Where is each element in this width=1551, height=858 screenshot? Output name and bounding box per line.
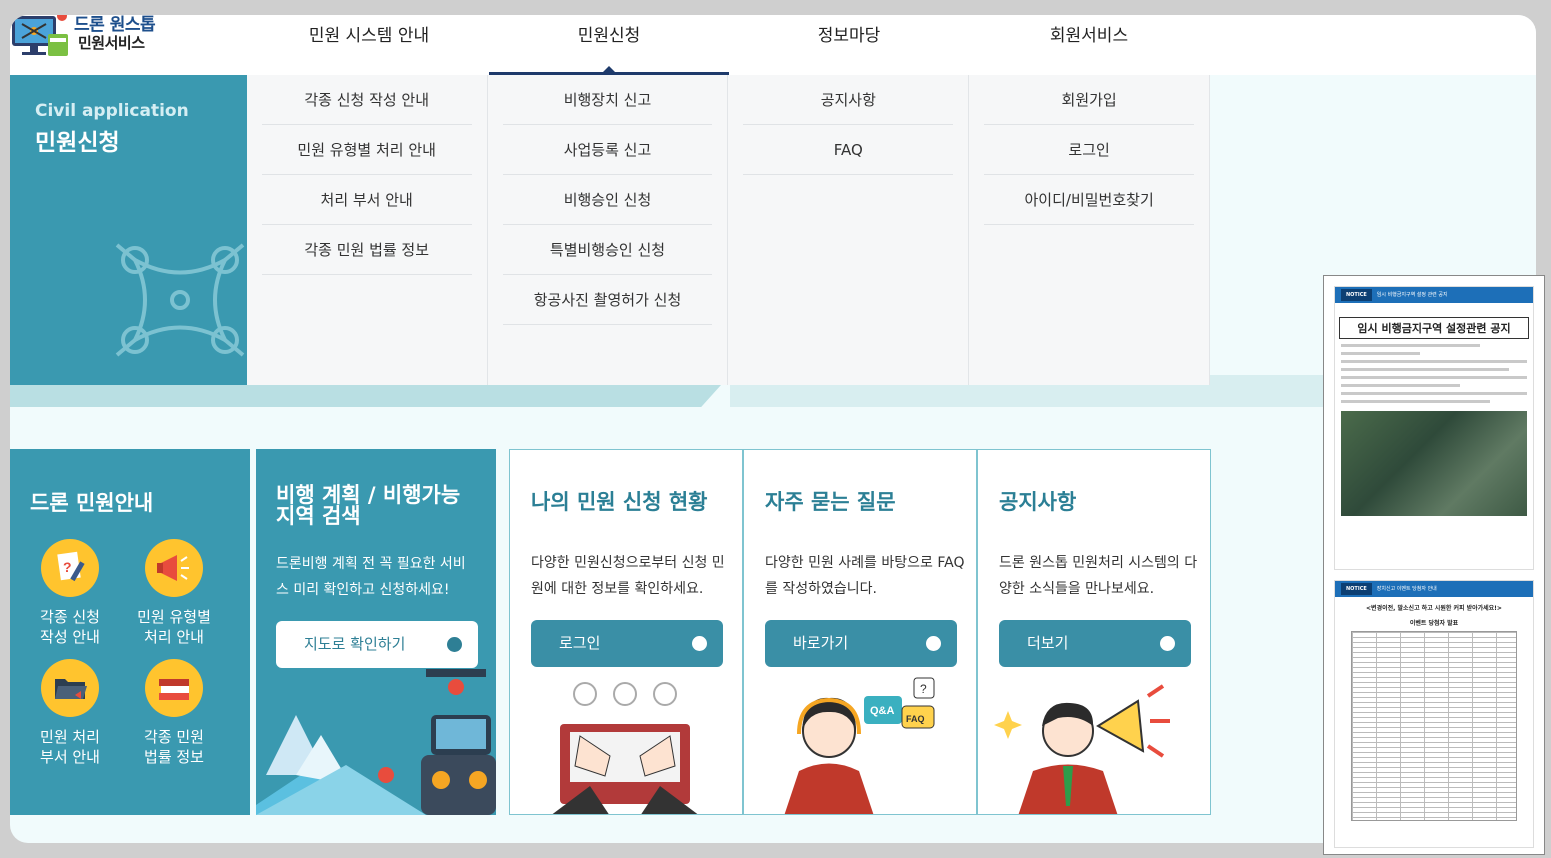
guide-item-label-1: 민원 처리	[40, 728, 100, 746]
notice-card: 공지사항 드론 원스톱 민원처리 시스템의 다양한 소식들을 만나보세요. 더보…	[977, 449, 1211, 815]
guide-item-label-2: 부서 안내	[40, 748, 100, 766]
service-title: 나의 민원 신청 현황	[531, 490, 708, 514]
folder-icon	[41, 659, 99, 717]
logo-line2: 민원서비스	[78, 34, 145, 52]
go-faq-button-label: 바로가기	[793, 634, 849, 652]
drone-guide-card: 드론 민원안내 ? 각종 신청작성 안내 민원 유형별처리 안내 민원 처리부서…	[10, 449, 250, 815]
service-title: 공지사항	[999, 490, 1077, 514]
service-desc: 다양한 민원 사례를 바탕으로 FAQ를 작성하였습니다.	[765, 555, 965, 597]
notice-map-image	[1341, 411, 1527, 516]
my-application-status-card: 나의 민원 신청 현황 다양한 민원신청으로부터 신청 민원에 대한 정보를 확…	[509, 449, 743, 815]
mega-col-information: 공지사항 FAQ	[728, 75, 970, 385]
books-icon	[145, 659, 203, 717]
flight-plan-title: 비행 계획 / 비행가능 지역 검색	[276, 483, 461, 528]
menu-special-flight-approval[interactable]: 특별비행승인 신청	[502, 225, 713, 275]
laptop-typing-illustration	[552, 682, 698, 814]
notice-popup-panel[interactable]: NOTICE 임시 비행금지구역 설정 관련 공지 임시 비행금지구역 설정관련 …	[1323, 275, 1545, 855]
menu-processing-by-type[interactable]: 민원 유형별 처리 안내	[261, 125, 472, 175]
notice-event-subtitle: <변경이전, 말소신고 하고 시원한 커피 받아가세요!>	[1366, 605, 1502, 612]
svg-text:FAQ: FAQ	[906, 714, 925, 724]
guide-item-processing-guide[interactable]: 민원 유형별처리 안내	[126, 539, 222, 647]
svg-text:?: ?	[63, 559, 72, 575]
arrow-right-icon	[1160, 636, 1175, 651]
menu-notice[interactable]: 공지사항	[743, 75, 954, 125]
notice-head: 임시 비행금지구역 설정 관련 공지	[1376, 292, 1448, 298]
gnb-information[interactable]: 정보마당	[729, 15, 969, 75]
mega-col-application: 비행장치 신고 사업등록 신고 비행승인 신청 특별비행승인 신청 항공사진 촬…	[488, 75, 729, 385]
megaphone-icon	[145, 539, 203, 597]
arrow-right-icon	[692, 636, 707, 651]
gnb-civil-system-guide[interactable]: 민원 시스템 안내	[249, 15, 489, 75]
login-button[interactable]: 로그인	[531, 620, 723, 667]
mega-menu-en-title: Civil application	[35, 101, 189, 121]
guide-item-department-guide[interactable]: 민원 처리부서 안내	[22, 659, 118, 767]
notice-event-winners: 이벤트 당첨자 발표	[1409, 620, 1459, 627]
notice-doc-title: 임시 비행금지구역 설정관련 공지	[1339, 317, 1529, 339]
notice-winner-table	[1351, 631, 1517, 821]
document-pen-icon: ?	[41, 539, 99, 597]
service-desc: 다양한 민원신청으로부터 신청 민원에 대한 정보를 확인하세요.	[531, 555, 725, 597]
menu-device-report[interactable]: 비행장치 신고	[502, 75, 713, 125]
gnb-civil-application[interactable]: 민원신청	[489, 15, 729, 75]
svg-text:Q&A: Q&A	[870, 705, 895, 717]
guide-item-label-1: 각종 민원	[144, 728, 204, 746]
arrow-right-icon	[447, 637, 462, 652]
mega-menu: Civil application 민원신청 각종 신청 작성 안내 민원 유형…	[10, 75, 1211, 385]
menu-flight-approval[interactable]: 비행승인 신청	[502, 175, 713, 225]
notice-head: 장치신고 이벤트 당첨자 안내	[1376, 586, 1437, 592]
guide-item-label-2: 작성 안내	[40, 628, 100, 646]
guide-item-application-guide[interactable]: ? 각종 신청작성 안내	[22, 539, 118, 647]
menu-legal-info[interactable]: 각종 민원 법률 정보	[261, 225, 472, 275]
header: 드론 원스톱 민원서비스 민원 시스템 안내 민원신청 정보마당 회원서비스	[10, 15, 1536, 75]
check-map-button-label: 지도로 확인하기	[304, 635, 406, 653]
gnb-member-service[interactable]: 회원서비스	[969, 15, 1209, 75]
guide-item-label-1: 각종 신청	[40, 608, 100, 626]
service-desc: 드론 원스톱 민원처리 시스템의 다양한 소식들을 만나보세요.	[999, 555, 1198, 597]
guide-item-label-2: 법률 정보	[144, 748, 204, 766]
arrow-right-icon	[926, 636, 941, 651]
notice-tag: NOTICE	[1341, 289, 1372, 301]
go-faq-button[interactable]: 바로가기	[765, 620, 957, 667]
guide-item-label-2: 처리 안내	[144, 628, 204, 646]
drone-outline-icon	[115, 243, 245, 357]
guide-title: 드론 민원안내	[30, 491, 154, 515]
browser-window: 드론 원스톱 민원서비스 민원 시스템 안내 민원신청 정보마당 회원서비스 C…	[10, 15, 1536, 843]
menu-find-id-password[interactable]: 아이디/비밀번호찾기	[984, 175, 1195, 225]
drone-map-illustration	[256, 669, 496, 815]
login-button-label: 로그인	[559, 634, 601, 652]
notice-doc-event[interactable]: NOTICE 장치신고 이벤트 당첨자 안내 <변경이전, 말소신고 하고 시원한…	[1334, 580, 1534, 848]
site-logo[interactable]: 드론 원스톱 민원서비스	[10, 15, 170, 60]
drone-monitor-icon	[12, 15, 68, 56]
mega-col-member: 회원가입 로그인 아이디/비밀번호찾기	[969, 75, 1211, 385]
flight-plan-desc: 드론비행 계획 전 꼭 필요한 서비스 미리 확인하고 신청하세요!	[276, 556, 466, 598]
menu-business-registration[interactable]: 사업등록 신고	[502, 125, 713, 175]
menu-aerial-photo-permit[interactable]: 항공사진 촬영허가 신청	[502, 275, 713, 325]
more-notice-button-label: 더보기	[1027, 634, 1069, 652]
svg-text:?: ?	[920, 682, 927, 696]
megaphone-man-illustration	[994, 684, 1170, 814]
menu-department-guide[interactable]: 처리 부서 안내	[261, 175, 472, 225]
flight-plan-card: 비행 계획 / 비행가능 지역 검색 드론비행 계획 전 꼭 필요한 서비스 미…	[256, 449, 496, 815]
mega-col-system-guide: 각종 신청 작성 안내 민원 유형별 처리 안내 처리 부서 안내 각종 민원 …	[247, 75, 488, 385]
menu-application-writing-guide[interactable]: 각종 신청 작성 안내	[261, 75, 472, 125]
notice-tag: NOTICE	[1341, 583, 1372, 595]
mega-menu-ko-title: 민원신청	[35, 130, 120, 156]
guide-item-label-1: 민원 유형별	[137, 608, 211, 626]
faq-card: 자주 묻는 질문 다양한 민원 사례를 바탕으로 FAQ를 작성하였습니다. 바…	[743, 449, 977, 815]
customer-center-illustration: Q&A FAQ ?	[784, 677, 935, 814]
more-notice-button[interactable]: 더보기	[999, 620, 1191, 667]
notice-doc-airspace[interactable]: NOTICE 임시 비행금지구역 설정 관련 공지 임시 비행금지구역 설정관련 …	[1334, 286, 1534, 570]
check-map-button[interactable]: 지도로 확인하기	[276, 621, 478, 668]
menu-login[interactable]: 로그인	[984, 125, 1195, 175]
guide-item-legal-info[interactable]: 각종 민원법률 정보	[126, 659, 222, 767]
service-title: 자주 묻는 질문	[765, 490, 896, 514]
menu-faq[interactable]: FAQ	[743, 125, 954, 175]
menu-signup[interactable]: 회원가입	[984, 75, 1195, 125]
mega-menu-heading: Civil application 민원신청	[10, 75, 247, 385]
